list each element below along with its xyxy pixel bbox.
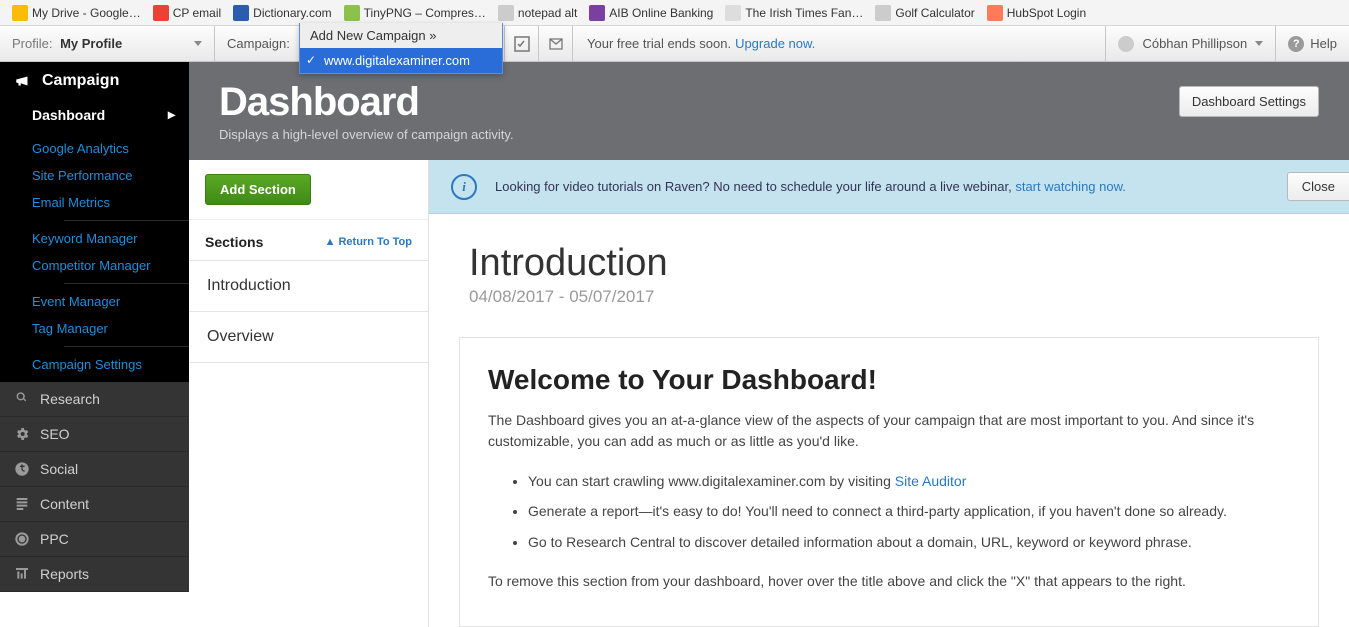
content-icon — [14, 496, 30, 512]
chevron-down-icon — [1255, 41, 1263, 46]
card-bullet: You can start crawling www.digitalexamin… — [528, 466, 1290, 496]
info-icon: i — [451, 174, 477, 200]
user-menu[interactable]: Cóbhan Phillipson — [1105, 26, 1275, 61]
sidebar-section-reports[interactable]: Reports — [0, 557, 189, 592]
sidebar-link[interactable]: Keyword Manager — [32, 225, 189, 252]
dropdown-add-new[interactable]: Add New Campaign » — [300, 23, 502, 48]
dashboard-settings-button[interactable]: Dashboard Settings — [1179, 86, 1319, 117]
favicon-icon — [12, 5, 28, 21]
bookmarks-bar: My Drive - Google…CP emailDictionary.com… — [0, 0, 1349, 26]
favicon-icon — [344, 5, 360, 21]
help-icon: ? — [1288, 36, 1304, 52]
research-icon — [14, 391, 30, 407]
site-auditor-link[interactable]: Site Auditor — [895, 473, 967, 489]
sidebar-link[interactable]: Site Performance — [32, 162, 189, 189]
trial-message: Your free trial ends soon. Upgrade now. — [573, 26, 1105, 61]
sidebar-section-ppc[interactable]: PPC — [0, 522, 189, 557]
return-to-top-link[interactable]: ▲ Return To Top — [325, 236, 412, 248]
sections-column: Add Section Sections ▲ Return To Top Int… — [189, 160, 429, 627]
intro-dates: 04/08/2017 - 05/07/2017 — [469, 287, 1309, 307]
bookmark-item[interactable]: AIB Online Banking — [583, 3, 719, 23]
profile-value: My Profile — [60, 36, 122, 51]
toolbar-inbox-button[interactable] — [539, 26, 573, 61]
social-icon — [14, 461, 30, 477]
sidebar-link[interactable]: Event Manager — [32, 288, 189, 315]
banner-close-button[interactable]: Close — [1287, 172, 1349, 201]
section-row[interactable]: Introduction — [189, 260, 428, 311]
seo-icon — [14, 426, 30, 442]
page-subtitle: Displays a high-level overview of campai… — [219, 127, 514, 142]
favicon-icon — [233, 5, 249, 21]
intro-title: Introduction — [469, 242, 1309, 285]
help-button[interactable]: ? Help — [1275, 26, 1349, 61]
sidebar-campaign-header[interactable]: Campaign — [0, 62, 189, 100]
ppc-icon — [14, 531, 30, 547]
bookmark-item[interactable]: HubSpot Login — [981, 3, 1092, 23]
bookmark-item[interactable]: My Drive - Google… — [6, 3, 147, 23]
info-banner: i Looking for video tutorials on Raven? … — [429, 160, 1349, 214]
card-bullet: Go to Research Central to discover detai… — [528, 527, 1290, 557]
banner-text: Looking for video tutorials on Raven? No… — [495, 179, 1015, 194]
sidebar: Campaign Dashboard ▸ Google AnalyticsSit… — [0, 62, 189, 627]
reports-icon — [14, 566, 30, 582]
sidebar-dashboard[interactable]: Dashboard ▸ — [0, 100, 189, 131]
welcome-card: Welcome to Your Dashboard! The Dashboard… — [459, 337, 1319, 627]
add-section-button[interactable]: Add Section — [205, 174, 311, 205]
sidebar-section-content[interactable]: Content — [0, 487, 189, 522]
card-paragraph: To remove this section from your dashboa… — [488, 571, 1290, 592]
bookmark-item[interactable]: Golf Calculator — [869, 3, 980, 23]
campaign-selector[interactable]: Campaign: Add New Campaign » www.digital… — [215, 26, 505, 61]
sidebar-link[interactable]: Email Metrics — [32, 189, 189, 216]
sidebar-link[interactable]: Campaign Settings — [32, 351, 189, 378]
sidebar-section-seo[interactable]: SEO — [0, 417, 189, 452]
card-bullet: Generate a report—it's easy to do! You'l… — [528, 496, 1290, 526]
megaphone-icon — [14, 72, 32, 90]
sidebar-link[interactable]: Google Analytics — [32, 135, 189, 162]
bookmark-item[interactable]: CP email — [147, 3, 227, 23]
bookmark-item[interactable]: Dictionary.com — [227, 3, 337, 23]
campaign-dropdown: Add New Campaign » www.digitalexaminer.c… — [299, 23, 503, 74]
sidebar-section-social[interactable]: Social — [0, 452, 189, 487]
page-title: Dashboard — [219, 80, 514, 125]
main-column: i Looking for video tutorials on Raven? … — [429, 160, 1349, 627]
chevron-right-icon: ▸ — [168, 106, 175, 123]
favicon-icon — [875, 5, 891, 21]
bookmark-item[interactable]: notepad alt — [492, 3, 583, 23]
sidebar-link[interactable]: Competitor Manager — [32, 252, 189, 279]
chevron-down-icon — [194, 41, 202, 46]
toolbar-checklist-button[interactable] — [505, 26, 539, 61]
sidebar-link[interactable]: Tag Manager — [32, 315, 189, 342]
sidebar-section-research[interactable]: Research — [0, 382, 189, 417]
sections-heading: Sections — [205, 234, 263, 250]
card-paragraph: The Dashboard gives you an at-a-glance v… — [488, 410, 1290, 452]
card-title: Welcome to Your Dashboard! — [488, 364, 1290, 396]
triangle-up-icon: ▲ — [325, 236, 336, 248]
upgrade-link[interactable]: Upgrade now. — [735, 36, 815, 51]
favicon-icon — [725, 5, 741, 21]
section-row[interactable]: Overview — [189, 311, 428, 363]
profile-label: Profile: — [12, 36, 52, 51]
bookmark-item[interactable]: TinyPNG – Compres… — [338, 3, 492, 23]
top-toolbar: Profile: My Profile Campaign: Add New Ca… — [0, 26, 1349, 62]
favicon-icon — [153, 5, 169, 21]
campaign-label: Campaign: — [227, 36, 290, 51]
favicon-icon — [987, 5, 1003, 21]
bookmark-item[interactable]: The Irish Times Fan… — [719, 3, 869, 23]
banner-link[interactable]: start watching now. — [1015, 179, 1126, 194]
profile-selector[interactable]: Profile: My Profile — [0, 26, 215, 61]
intro-header: Introduction 04/08/2017 - 05/07/2017 — [429, 214, 1349, 315]
user-name: Cóbhan Phillipson — [1142, 36, 1247, 51]
favicon-icon — [589, 5, 605, 21]
favicon-icon — [498, 5, 514, 21]
dropdown-option-selected[interactable]: www.digitalexaminer.com — [300, 48, 502, 73]
page-header: Dashboard Displays a high-level overview… — [189, 62, 1349, 160]
avatar-icon — [1118, 36, 1134, 52]
